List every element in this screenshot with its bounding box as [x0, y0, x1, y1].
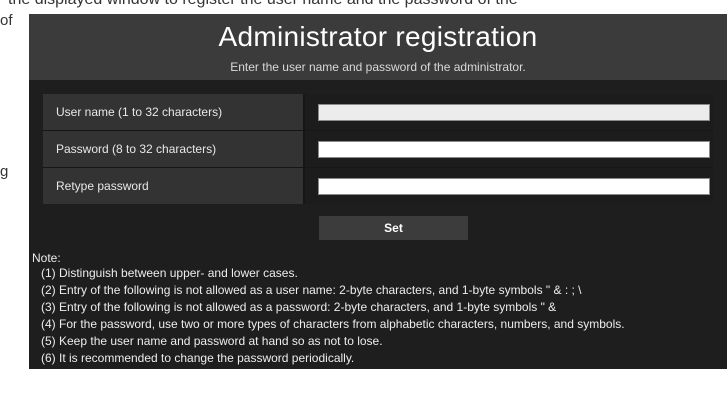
- note-item: (5) Keep the user name and password at h…: [41, 334, 383, 349]
- background-manual-text: the displayed window to register the use…: [8, 0, 727, 9]
- note-item: (1) Distinguish between upper- and lower…: [41, 266, 298, 280]
- password-cell: [305, 131, 713, 167]
- retype-password-input[interactable]: [318, 178, 710, 195]
- form-row-user-name: User name (1 to 32 characters): [43, 94, 713, 130]
- password-label: Password (8 to 32 characters): [43, 131, 303, 167]
- form-row-password: Password (8 to 32 characters): [43, 131, 713, 167]
- background-text-fragment: g: [0, 163, 9, 180]
- set-button[interactable]: Set: [319, 216, 468, 240]
- note-heading: Note:: [32, 251, 61, 265]
- user-name-label: User name (1 to 32 characters): [43, 94, 303, 130]
- user-name-cell: [305, 94, 713, 130]
- registration-form: User name (1 to 32 characters) Password …: [43, 94, 713, 204]
- dialog-title: Administrator registration: [218, 21, 538, 52]
- background-text-fragment: of: [0, 12, 13, 29]
- retype-password-cell: [305, 168, 713, 204]
- user-name-input[interactable]: [318, 104, 710, 121]
- note-item: (2) Entry of the following is not allowe…: [41, 283, 582, 298]
- retype-password-label: Retype password: [43, 168, 303, 204]
- note-item: (4) For the password, use two or more ty…: [41, 317, 625, 332]
- notes-list: (1) Distinguish between upper- and lower…: [41, 265, 625, 368]
- password-input[interactable]: [318, 141, 710, 158]
- note-item: (3) Entry of the following is not allowe…: [41, 300, 557, 315]
- admin-registration-dialog: Administrator registration Enter the use…: [29, 14, 727, 369]
- page: the displayed window to register the use…: [0, 0, 727, 397]
- note-item: (6) It is recommended to change the pass…: [41, 351, 355, 366]
- dialog-header: Administrator registration Enter the use…: [29, 14, 727, 80]
- dialog-subtitle: Enter the user name and password of the …: [230, 60, 526, 74]
- form-row-retype-password: Retype password: [43, 168, 713, 204]
